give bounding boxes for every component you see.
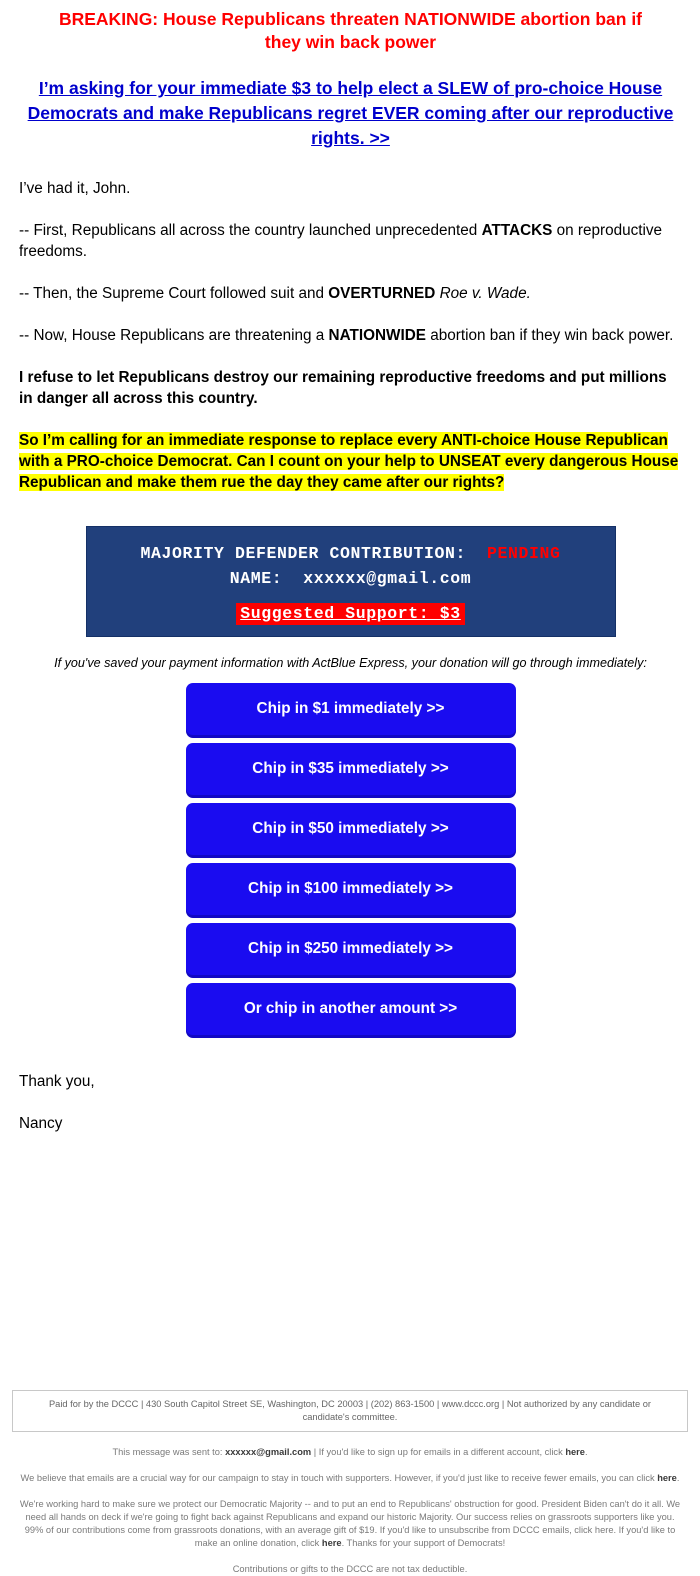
email-footer: Paid for by the DCCC | 430 South Capitol… bbox=[0, 1390, 700, 1576]
sent-to-line: This message was sent to: xxxxxx@gmail.c… bbox=[12, 1446, 688, 1459]
tax-disclaimer: Contributions or gifts to the DCCC are n… bbox=[232, 1564, 468, 1574]
donate-button-50[interactable]: Chip in $50 immediately >> bbox=[185, 803, 516, 855]
donate-button-1[interactable]: Chip in $1 immediately >> bbox=[185, 683, 516, 735]
nationwide-paragraph: -- Now, House Republicans are threatenin… bbox=[19, 325, 682, 346]
actblue-express-note: If you've saved your payment information… bbox=[54, 656, 647, 670]
name-label: NAME: bbox=[229, 569, 283, 588]
mission-text-end: . Thanks for your support of Democrats! bbox=[341, 1538, 506, 1548]
donate-button-other[interactable]: Or chip in another amount >> bbox=[185, 983, 516, 1035]
nationwide-text-a: -- Now, House Republicans are threatenin… bbox=[19, 327, 329, 344]
refuse-paragraph: I refuse to let Republicans destroy our … bbox=[19, 369, 667, 407]
donate-here-link[interactable]: here bbox=[322, 1538, 342, 1548]
attacks-text-a: -- First, Republicans all across the cou… bbox=[19, 222, 482, 239]
roe-v-wade-italic: Roe v. Wade. bbox=[439, 285, 531, 302]
name-value: xxxxxx@gmail.com bbox=[303, 569, 472, 588]
sent-to-prefix: This message was sent to: bbox=[112, 1447, 226, 1457]
sent-to-period: . bbox=[584, 1447, 588, 1457]
contribution-label: MAJORITY DEFENDER CONTRIBUTION: bbox=[140, 544, 467, 563]
highlighted-text: So I’m calling for an immediate response… bbox=[19, 432, 679, 491]
signup-here-link[interactable]: here bbox=[565, 1447, 585, 1457]
thank-you-text: Thank you, bbox=[19, 1073, 95, 1090]
recipient-email: xxxxxx@gmail.com bbox=[225, 1447, 312, 1457]
overturned-text-a: -- Then, the Supreme Court followed suit… bbox=[19, 285, 329, 302]
contribution-panel-wrapper: MAJORITY DEFENDER CONTRIBUTION: PENDING … bbox=[19, 526, 682, 637]
letter-content: I’ve had it, John. -- First, Republicans… bbox=[19, 178, 682, 493]
sent-to-suffix: | If you'd like to sign up for emails in… bbox=[311, 1447, 566, 1457]
email-body: BREAKING: House Republicans threaten NAT… bbox=[0, 8, 700, 1134]
paid-for-disclaimer: Paid for by the DCCC | 430 South Capitol… bbox=[12, 1390, 688, 1432]
contribution-status-line: MAJORITY DEFENDER CONTRIBUTION: PENDING bbox=[87, 541, 615, 566]
greeting-paragraph: I’ve had it, John. bbox=[19, 180, 131, 197]
contribution-name-line: NAME: xxxxxx@gmail.com bbox=[87, 566, 615, 591]
status-badge: PENDING bbox=[487, 544, 561, 563]
highlighted-call-to-action: So I’m calling for an immediate response… bbox=[19, 430, 682, 493]
donate-button-250[interactable]: Chip in $250 immediately >> bbox=[185, 923, 516, 975]
contribution-panel: MAJORITY DEFENDER CONTRIBUTION: PENDING … bbox=[85, 526, 616, 637]
attacks-paragraph: -- First, Republicans all across the cou… bbox=[19, 220, 682, 262]
attacks-emphasis: ATTACKS bbox=[481, 222, 553, 239]
fewer-emails-text: We believe that emails are a crucial way… bbox=[20, 1473, 658, 1483]
overturned-paragraph: -- Then, the Supreme Court followed suit… bbox=[19, 283, 682, 304]
breaking-headline: BREAKING: House Republicans threaten NAT… bbox=[58, 9, 643, 52]
mission-statement: We're working hard to make sure we prote… bbox=[12, 1498, 688, 1550]
donate-button-35[interactable]: Chip in $35 immediately >> bbox=[185, 743, 516, 795]
nationwide-emphasis: NATIONWIDE bbox=[328, 327, 426, 344]
suggested-support-amount: Suggested Support: $3 bbox=[236, 603, 465, 625]
nationwide-text-b: abortion ban if they win back power. bbox=[425, 327, 674, 344]
fewer-emails-here-link[interactable]: here bbox=[657, 1473, 677, 1483]
donate-button-stack: Chip in $1 immediately >> Chip in $35 im… bbox=[19, 683, 682, 1043]
sender-name: Nancy bbox=[19, 1115, 63, 1132]
donate-button-100[interactable]: Chip in $100 immediately >> bbox=[185, 863, 516, 915]
signoff-block: Thank you, Nancy bbox=[19, 1071, 682, 1134]
fewer-emails-line: We believe that emails are a crucial way… bbox=[12, 1472, 688, 1485]
ask-headline-link[interactable]: I’m asking for your immediate $3 to help… bbox=[19, 76, 682, 151]
fewer-emails-period: . bbox=[676, 1473, 680, 1483]
suggested-support-row: Suggested Support: $3 bbox=[87, 603, 615, 625]
overturned-emphasis: OVERTURNED bbox=[328, 285, 436, 302]
